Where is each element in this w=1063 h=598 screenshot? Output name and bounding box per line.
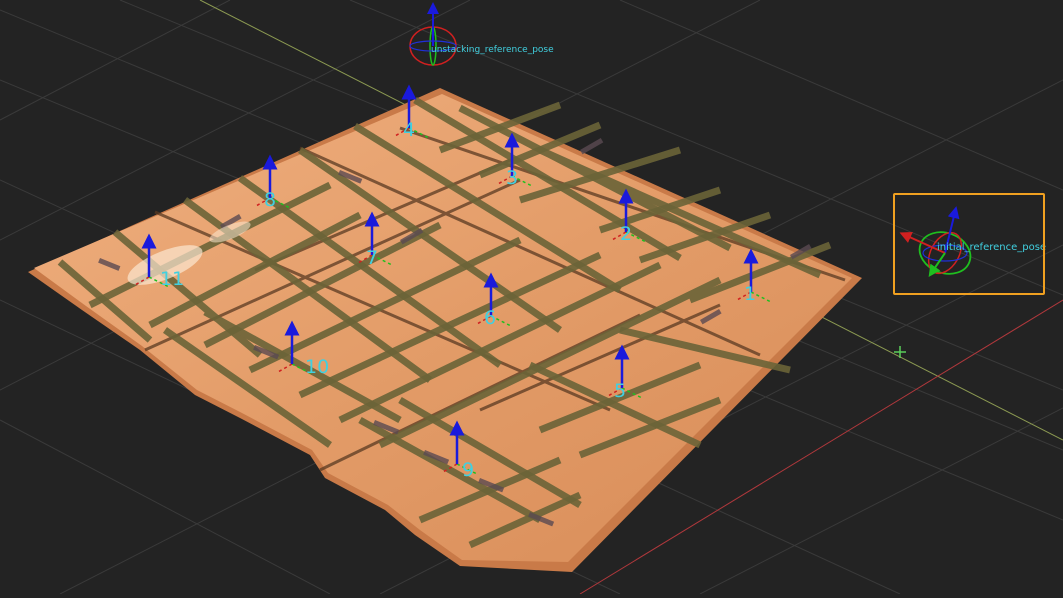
box-label-1: 1 [744, 283, 756, 305]
box-label-10: 10 [305, 356, 329, 378]
box-label-6: 6 [484, 307, 496, 329]
selection-highlight-frame [893, 193, 1045, 295]
box-label-2: 2 [620, 223, 632, 245]
box-label-11: 11 [160, 268, 184, 290]
unstacking-reference-pose-label: unstacking_reference_pose [431, 45, 554, 55]
box-label-9: 9 [462, 459, 474, 481]
box-label-3: 3 [506, 167, 518, 189]
unstacking-reference-pose[interactable]: unstacking_reference_pose [409, 2, 554, 66]
box-label-5: 5 [614, 380, 626, 402]
box-label-7: 7 [366, 247, 378, 269]
world-origin-marker [894, 346, 906, 358]
scene-canvas[interactable]: 1234567891011 unstacking_reference_pose … [0, 0, 1063, 595]
box-label-4: 4 [403, 119, 415, 141]
box-label-8: 8 [264, 189, 276, 211]
reference-pose-gizmo-icon [409, 2, 457, 66]
3d-viewport[interactable]: 1 2 3 4 5 6 7 8 9 10 11 unstacking_reference_pose … [0, 0, 1063, 595]
